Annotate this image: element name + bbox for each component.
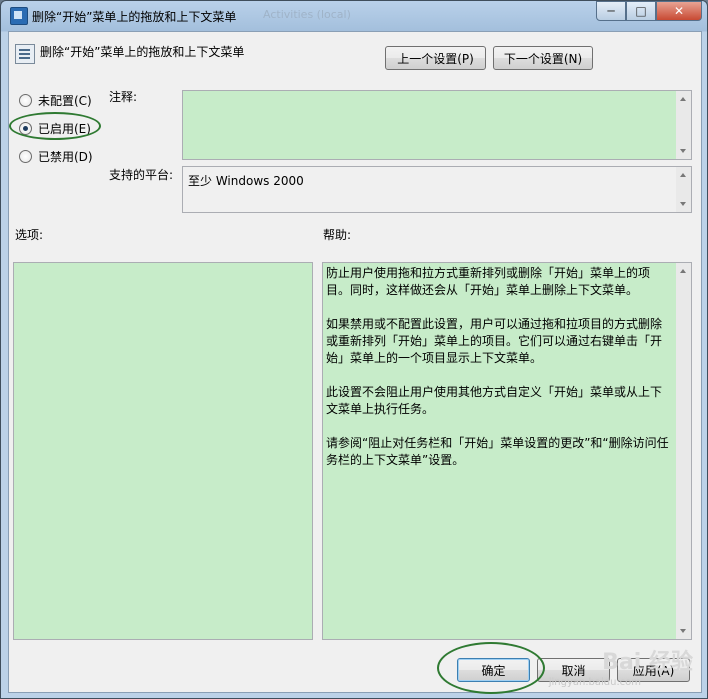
minimize-button[interactable]: ─ xyxy=(596,1,626,21)
supported-platform-label: 支持的平台: xyxy=(109,168,174,182)
options-label: 选项: xyxy=(15,228,44,242)
maximize-button[interactable]: □ xyxy=(626,1,656,21)
help-paragraph: 防止用户使用拖和拉方式重新排列或删除「开始」菜单上的项目。同时，这样做还会从「开… xyxy=(326,266,651,297)
policy-title: 删除“开始”菜单上的拖放和上下文菜单 xyxy=(40,45,245,59)
close-button[interactable]: ✕ xyxy=(656,1,702,21)
window-controls: ─ □ ✕ xyxy=(596,1,702,21)
minimize-icon: ─ xyxy=(607,4,615,18)
ok-highlight-annotation xyxy=(437,642,545,694)
enabled-highlight-annotation xyxy=(9,112,101,140)
policy-dialog-window: 删除“开始”菜单上的拖放和上下文菜单 Activities (local) ─ … xyxy=(0,0,708,699)
help-label: 帮助: xyxy=(323,228,352,242)
help-paragraph: 如果禁用或不配置此设置，用户可以通过拖和拉项目的方式删除或重新排列「开始」菜单上… xyxy=(326,317,663,365)
watermark-logo: Bai 经验 xyxy=(602,650,693,675)
window-title: 删除“开始”菜单上的拖放和上下文菜单 xyxy=(32,10,237,24)
scroll-down-icon[interactable] xyxy=(680,629,686,633)
radio-not-configured[interactable]: 未配置(C) xyxy=(19,92,92,109)
scroll-up-icon[interactable] xyxy=(680,269,686,273)
help-text: 防止用户使用拖和拉方式重新排列或删除「开始」菜单上的项目。同时，这样做还会从「开… xyxy=(326,265,671,486)
scroll-up-icon[interactable] xyxy=(680,97,686,101)
radio-not-configured-label: 未配置(C) xyxy=(38,94,92,108)
close-icon: ✕ xyxy=(673,4,685,18)
policy-setting-icon xyxy=(15,44,35,64)
platform-scrollbar[interactable] xyxy=(676,167,691,212)
scroll-up-icon[interactable] xyxy=(680,173,686,177)
radio-disabled-circle[interactable] xyxy=(19,150,32,163)
maximize-icon: □ xyxy=(635,4,647,18)
title-bar[interactable]: 删除“开始”菜单上的拖放和上下文菜单 Activities (local) ─ … xyxy=(1,1,707,31)
scroll-down-icon[interactable] xyxy=(680,149,686,153)
window-title-ghost: Activities (local) xyxy=(263,8,351,21)
scroll-down-icon[interactable] xyxy=(680,202,686,206)
supported-platform-value: 至少 Windows 2000 xyxy=(188,174,304,188)
comment-label: 注释: xyxy=(109,90,138,104)
radio-disabled-label: 已禁用(D) xyxy=(38,150,93,164)
comment-textbox[interactable] xyxy=(182,90,692,160)
comment-scrollbar[interactable] xyxy=(676,91,691,159)
supported-platform-box: 至少 Windows 2000 xyxy=(182,166,692,213)
radio-not-configured-circle[interactable] xyxy=(19,94,32,107)
next-setting-button[interactable]: 下一个设置(N) xyxy=(493,46,593,70)
help-pane[interactable]: 防止用户使用拖和拉方式重新排列或删除「开始」菜单上的项目。同时，这样做还会从「开… xyxy=(322,262,692,640)
options-pane[interactable] xyxy=(13,262,313,640)
previous-setting-button[interactable]: 上一个设置(P) xyxy=(385,46,486,70)
policy-app-icon xyxy=(10,7,28,25)
help-scrollbar[interactable] xyxy=(676,263,691,639)
help-paragraph: 请参阅“阻止对任务栏和「开始」菜单设置的更改”和“删除访问任务栏的上下文菜单”设… xyxy=(326,436,669,467)
dialog-client-area: 删除“开始”菜单上的拖放和上下文菜单 上一个设置(P) 下一个设置(N) 未配置… xyxy=(8,31,702,694)
watermark-url: jingyan.baidu.com xyxy=(548,677,641,688)
help-paragraph: 此设置不会阻止用户使用其他方式自定义「开始」菜单或从上下文菜单上执行任务。 xyxy=(326,385,663,416)
radio-disabled[interactable]: 已禁用(D) xyxy=(19,148,93,165)
